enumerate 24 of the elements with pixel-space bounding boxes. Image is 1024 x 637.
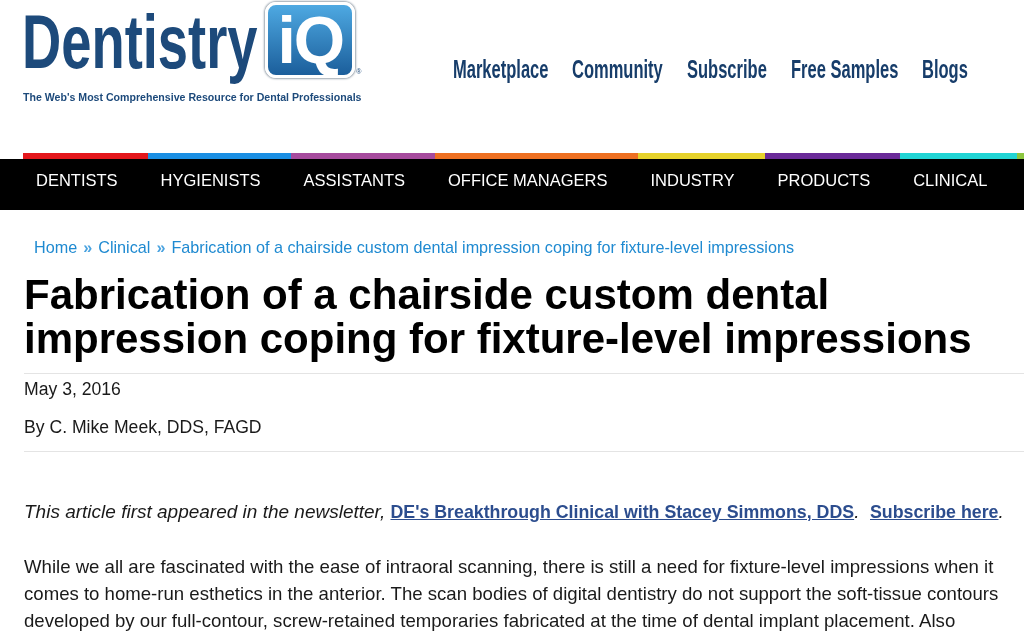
logo-tagline: The Web's Most Comprehensive Resource for Dental Professionals: [23, 91, 362, 103]
nav-tab[interactable]: DENTISTS: [23, 153, 148, 210]
top-nav-link[interactable]: Free Samples: [791, 56, 899, 82]
article-paragraph: While we all are fascinated with the ease of intraoral scanning, there is still a need for fixture-level impressions when it comes to home-run esthetics in the anterior. The scan bodies of digital dentistry do not support the soft-tissue contours developed by our full-contour, screw-retained temporaries fabricated at the time of dental implant placement. Also: [24, 555, 1000, 633]
article-byline: By C. Mike Meek, DDS, FAGD: [24, 416, 263, 438]
nav-tab[interactable]: PRODUCTS: [764, 153, 901, 210]
top-nav-link[interactable]: Blogs: [922, 56, 969, 82]
top-nav-link[interactable]: Marketplace: [453, 56, 549, 82]
nav-tab[interactable]: ASSISTANTS: [290, 153, 435, 210]
intro-note: This article first appeared in the newsletter, DE's Breakthrough Clinical with Stacey Simmons, DDS. Subscribe here.: [24, 500, 1005, 524]
nav-tab[interactable]: OFFICE MANAGERS: [435, 153, 638, 210]
breadcrumb-separator: »: [83, 237, 93, 257]
article-date: May 3, 2016: [24, 378, 122, 400]
breadcrumb-separator: »: [156, 237, 166, 257]
inline-link[interactable]: Subscribe here: [870, 502, 999, 522]
breadcrumb-link[interactable]: Home: [34, 237, 78, 257]
article-title: Fabrication of a chairside custom dental impression coping for fixture-level impressions: [24, 273, 973, 361]
breadcrumb-link[interactable]: Fabrication of a chairside custom dental impression coping for fixture-level impressions: [171, 237, 794, 257]
nav-tab[interactable]: CLINICAL: [900, 153, 1018, 210]
top-nav-link[interactable]: Subscribe: [687, 56, 768, 82]
nav-tab[interactable]: INDUSTRY: [637, 153, 765, 210]
breadcrumb-link[interactable]: Clinical: [98, 237, 151, 257]
top-nav-link[interactable]: Community: [572, 56, 664, 82]
nav-tab[interactable]: HYGIENISTS: [147, 153, 291, 210]
